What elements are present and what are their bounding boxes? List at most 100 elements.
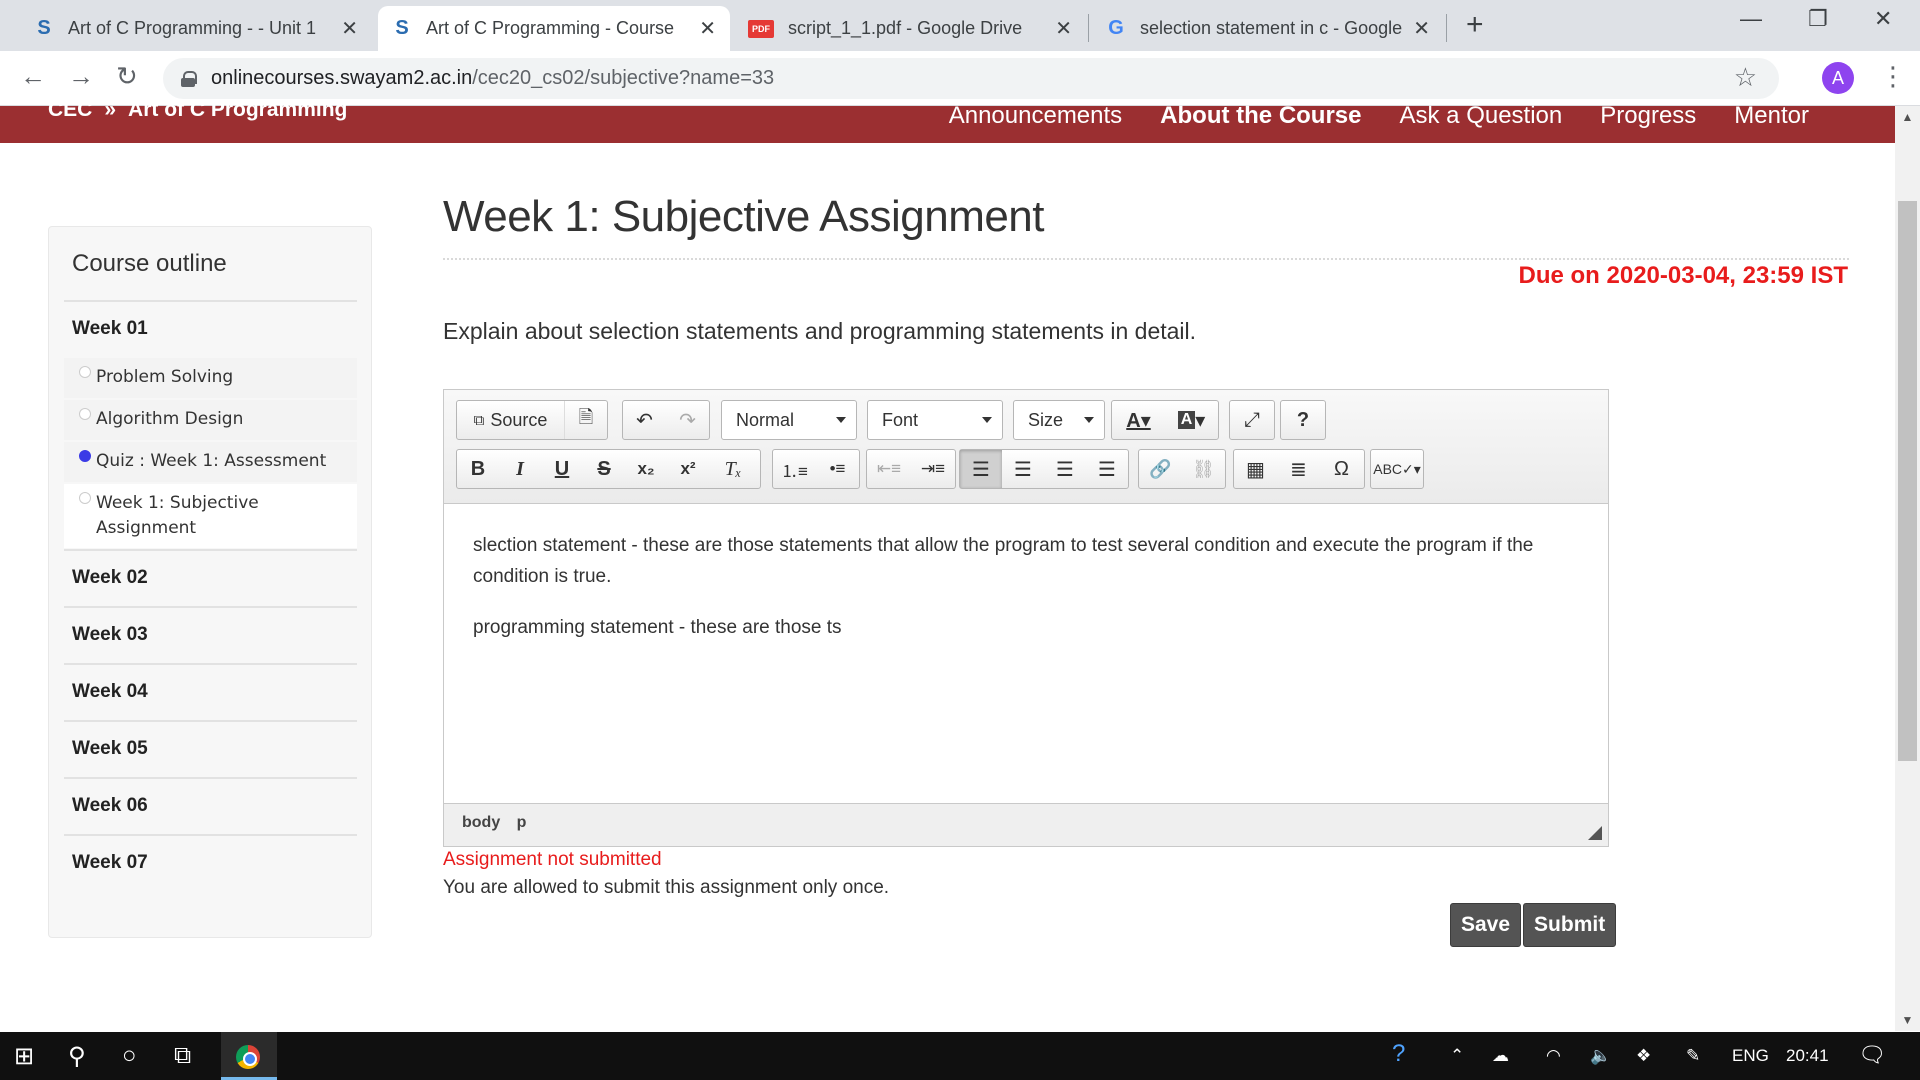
sidebar-week-02[interactable]: Week 02 xyxy=(72,567,148,589)
help-icon[interactable]: ? xyxy=(1392,1040,1405,1068)
new-tab-icon[interactable]: + xyxy=(1466,8,1484,42)
font-select[interactable]: Font xyxy=(867,400,1003,440)
windows-start-icon[interactable]: ⊞ xyxy=(14,1042,34,1071)
reload-icon[interactable]: ↻ xyxy=(116,61,138,92)
sidebar-unit-algorithm-design[interactable]: Algorithm Design xyxy=(64,400,357,440)
horizontal-rule-button[interactable]: ≣ xyxy=(1277,450,1320,488)
bookmark-star-icon[interactable]: ☆ xyxy=(1734,62,1757,93)
bulleted-list-button[interactable]: •≡ xyxy=(816,450,859,488)
close-icon[interactable]: ✕ xyxy=(341,16,358,41)
sidebar-week-01[interactable]: Week 01 xyxy=(72,318,148,340)
notifications-icon[interactable]: 🗨 xyxy=(1858,1042,1886,1068)
page-scrollbar[interactable]: ▲ ▼ xyxy=(1895,106,1920,1031)
submission-note: You are allowed to submit this assignmen… xyxy=(443,877,890,898)
search-icon[interactable]: ⚲ xyxy=(68,1042,86,1071)
strikethrough-button[interactable]: S xyxy=(583,450,625,488)
source-button[interactable]: ⧉ Source xyxy=(457,401,565,439)
close-icon[interactable]: ✕ xyxy=(699,16,716,41)
submit-button[interactable]: Submit xyxy=(1523,903,1617,947)
sidebar-week-04[interactable]: Week 04 xyxy=(72,681,148,703)
cortana-icon[interactable]: ○ xyxy=(122,1042,137,1070)
menu-kebab-icon[interactable]: ⋮ xyxy=(1880,61,1906,92)
editor-content[interactable]: slection statement - these are those sta… xyxy=(444,504,1608,804)
justify-button[interactable]: ☰ xyxy=(1086,450,1128,488)
size-select[interactable]: Size xyxy=(1013,400,1105,440)
format-select[interactable]: Normal xyxy=(721,400,857,440)
sidebar-unit-quiz-week-1[interactable]: Quiz : Week 1: Assessment xyxy=(64,442,357,482)
sidebar-week-03[interactable]: Week 03 xyxy=(72,624,148,646)
browser-tab-active[interactable]: S Art of C Programming - Course ✕ xyxy=(378,6,730,51)
text-color-button[interactable]: A▾ xyxy=(1112,401,1165,439)
save-button[interactable]: Save xyxy=(1450,903,1522,947)
indent-button[interactable]: ⇥≡ xyxy=(911,450,955,488)
resize-handle[interactable] xyxy=(1588,826,1602,840)
volume-icon[interactable]: 🔈 xyxy=(1590,1046,1611,1066)
text-color-icon: A▾ xyxy=(1126,409,1151,432)
italic-button[interactable]: I xyxy=(499,450,541,488)
lock-icon xyxy=(181,70,197,87)
brand-course-link[interactable]: Art of C Programming xyxy=(128,98,347,121)
divider xyxy=(64,834,357,836)
browser-tab[interactable]: PDF script_1_1.pdf - Google Drive ✕ xyxy=(734,6,1086,51)
scrollbar-thumb[interactable] xyxy=(1898,201,1917,761)
bold-button[interactable]: B xyxy=(457,450,499,488)
browser-tab[interactable]: S Art of C Programming - - Unit 1 ✕ xyxy=(20,6,372,51)
close-icon[interactable]: ✕ xyxy=(1055,16,1072,41)
undo-button[interactable]: ↶ xyxy=(623,401,666,439)
nav-about-the-course[interactable]: About the Course xyxy=(1160,102,1361,130)
numbered-list-button[interactable]: ⒈≡ xyxy=(773,450,816,488)
remove-format-button[interactable]: Tₓ xyxy=(709,450,757,488)
maximize-button[interactable]: ⤢ xyxy=(1230,401,1274,439)
chevron-up-icon[interactable]: ⌃ xyxy=(1450,1046,1464,1066)
table-button[interactable]: ▦ xyxy=(1234,450,1277,488)
sidebar-week-05[interactable]: Week 05 xyxy=(72,738,148,760)
special-char-button[interactable]: Ω xyxy=(1320,450,1363,488)
templates-button[interactable]: 🗎 xyxy=(565,401,607,439)
nav-mentor[interactable]: Mentor xyxy=(1734,102,1809,130)
brand-org-link[interactable]: CEC xyxy=(48,98,92,121)
help-button[interactable]: ? xyxy=(1281,401,1325,439)
path-element-p[interactable]: p xyxy=(517,814,527,831)
align-left-button[interactable]: ☰ xyxy=(960,450,1002,488)
onedrive-icon[interactable]: ☁ xyxy=(1492,1046,1509,1066)
align-center-button[interactable]: ☰ xyxy=(1002,450,1044,488)
forward-icon[interactable]: → xyxy=(68,61,94,92)
close-icon[interactable]: ✕ xyxy=(1413,16,1430,41)
back-icon[interactable]: ← xyxy=(20,61,46,92)
profile-avatar[interactable]: A xyxy=(1822,62,1854,94)
url-path: /cec20_cs02/subjective?name=33 xyxy=(472,67,775,89)
task-view-icon[interactable]: ⧉ xyxy=(174,1042,191,1070)
maximize-group: ⤢ xyxy=(1229,400,1275,440)
nav-ask-a-question[interactable]: Ask a Question xyxy=(1400,102,1563,130)
background-color-button[interactable]: A ▾ xyxy=(1165,401,1218,439)
address-bar[interactable]: onlinecourses.swayam2.ac.in/cec20_cs02/s… xyxy=(163,58,1779,99)
outdent-button[interactable]: ⇤≡ xyxy=(867,450,911,488)
browser-tab[interactable]: G selection statement in c - Google ✕ xyxy=(1092,6,1444,51)
minimize-icon[interactable]: — xyxy=(1740,6,1762,32)
nav-progress[interactable]: Progress xyxy=(1600,102,1696,130)
windows-taskbar: ⊞ ⚲ ○ ⧉ ? ⌃ ☁ ◠ 🔈 ❖ ✎ ENG 20:41 🗨 xyxy=(0,1032,1920,1080)
spellcheck-button[interactable]: ABC✓▾ xyxy=(1371,450,1423,488)
underline-button[interactable]: U xyxy=(541,450,583,488)
clock[interactable]: 20:41 xyxy=(1786,1046,1829,1066)
restore-icon[interactable]: ❐ xyxy=(1808,6,1828,32)
language-indicator[interactable]: ENG xyxy=(1732,1046,1769,1066)
path-element-body[interactable]: body xyxy=(462,814,500,831)
subscript-button[interactable]: x₂ xyxy=(625,450,667,488)
align-right-button[interactable]: ☰ xyxy=(1044,450,1086,488)
scroll-up-icon[interactable]: ▲ xyxy=(1895,110,1920,124)
superscript-button[interactable]: x² xyxy=(667,450,709,488)
sidebar-week-07[interactable]: Week 07 xyxy=(72,852,148,874)
sidebar-week-06[interactable]: Week 06 xyxy=(72,795,148,817)
sidebar-unit-problem-solving[interactable]: Problem Solving xyxy=(64,358,357,398)
redo-button[interactable]: ↷ xyxy=(666,401,709,439)
wifi-icon[interactable]: ◠ xyxy=(1546,1046,1561,1066)
link-button[interactable]: 🔗 xyxy=(1139,450,1182,488)
scroll-down-icon[interactable]: ▼ xyxy=(1895,1013,1920,1027)
unlink-button[interactable]: ⛓ xyxy=(1182,450,1225,488)
nav-announcements[interactable]: Announcements xyxy=(949,102,1122,130)
close-window-icon[interactable]: ✕ xyxy=(1874,6,1892,32)
pen-icon[interactable]: ✎ xyxy=(1686,1046,1700,1066)
dropbox-icon[interactable]: ❖ xyxy=(1636,1046,1651,1066)
sidebar-unit-subjective-assignment[interactable]: Week 1: Subjective Assignment xyxy=(64,484,357,548)
